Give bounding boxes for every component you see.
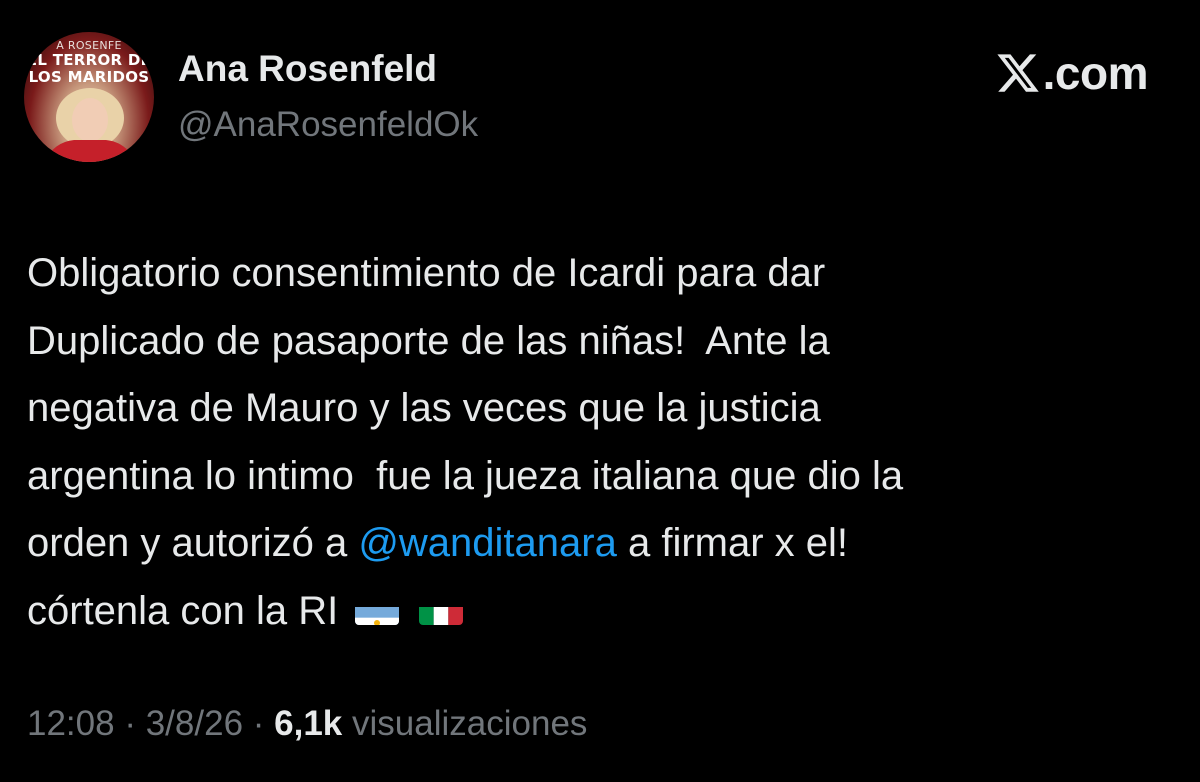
tweet-text-line: córtenla con la RI	[27, 578, 1167, 646]
user-handle[interactable]: @AnaRosenfeldOk	[178, 105, 478, 145]
x-logo-icon	[997, 54, 1039, 92]
views-count: 6,1k	[274, 704, 343, 743]
tweet-text-line: Duplicado de pasaporte de las niñas! Ant…	[27, 318, 830, 363]
tweet-text-segment: orden y autorizó a	[27, 521, 359, 565]
mention-link[interactable]: @wanditanara	[358, 521, 617, 565]
tweet-text-line: argentina lo intimo fue la jueza italian…	[27, 453, 904, 498]
tweet-text-line: Obligatorio consentimiento de Icardi par…	[27, 251, 826, 295]
avatar-title-line1: EL TERROR DE	[26, 51, 152, 69]
tweet-text-segment: córtenla con la RI	[27, 588, 339, 633]
tweet-text-segment: a firmar x el!	[616, 521, 849, 565]
avatar-text-top: A ROSENFE	[56, 39, 122, 52]
italy-flag-icon	[419, 593, 464, 625]
meta-separator: ·	[252, 704, 265, 743]
display-name[interactable]: Ana Rosenfeld	[178, 48, 437, 90]
tweet-text-line: negativa de Mauro y las veces que la jus…	[27, 386, 821, 430]
avatar-title-line2: LOS MARIDOS	[28, 68, 150, 86]
tweet-date[interactable]: 3/8/26	[146, 704, 243, 743]
tweet-card: A ROSENFE EL TERROR DE LOS MARIDOS Ana R…	[0, 0, 1200, 782]
tweet-meta: 12:08 · 3/8/26 · 6,1k visualizaciones	[27, 704, 587, 744]
tweet-text-line: orden y autorizó a @wanditanara a firmar…	[27, 510, 1167, 578]
meta-separator: ·	[124, 704, 136, 743]
avatar[interactable]: A ROSENFE EL TERROR DE LOS MARIDOS	[24, 32, 154, 162]
tweet-time[interactable]: 12:08	[27, 704, 115, 743]
argentina-flag-icon	[355, 593, 400, 625]
views-label: visualizaciones	[352, 704, 588, 743]
tweet-text: Obligatorio consentimiento de Icardi par…	[27, 240, 1167, 645]
brand-watermark: .com	[995, 47, 1149, 99]
brand-text: .com	[1042, 47, 1149, 99]
